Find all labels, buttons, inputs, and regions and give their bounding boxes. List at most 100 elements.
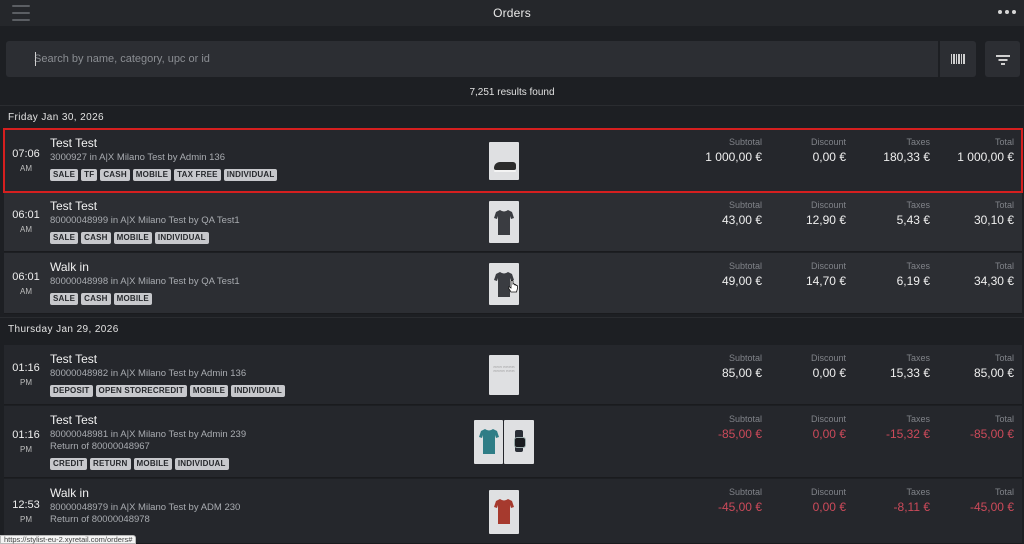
order-tag: INDIVIDUAL (231, 385, 285, 397)
taxes-value: 180,33 € (883, 150, 930, 164)
order-time-ampm: PM (20, 378, 32, 387)
date-group-header: Thursday Jan 29, 2026 (0, 317, 1024, 339)
subtotal-label: Subtotal (728, 261, 762, 271)
product-thumbnail (489, 142, 519, 180)
top-bar: Orders (0, 0, 1024, 26)
order-details: 80000048999 in A|X Milano Test by QA Tes… (50, 215, 240, 226)
order-tag: MOBILE (113, 293, 152, 305)
subtotal-label: Subtotal (728, 414, 762, 424)
subtotal-column: Subtotal 85,00 € (624, 353, 762, 380)
tag-list: DEPOSIT OPEN STORECREDIT MOBILE INDIVIDUAL (50, 385, 285, 397)
image-not-available-icon: ▭▭▭ ▭▭▭▭ ▭▭▭▭ ▭▭▭ (493, 365, 515, 373)
product-thumbnail: ▭▭▭ ▭▭▭▭ ▭▭▭▭ ▭▭▭ (489, 355, 519, 395)
more-options-icon[interactable] (998, 6, 1016, 18)
order-row[interactable]: 12:53 PM Walk in 80000048979 in A|X Milano … (4, 479, 1022, 544)
total-value: 1 000,00 € (957, 150, 1014, 164)
subtotal-label: Subtotal (728, 353, 762, 363)
discount-column: Discount 0,00 € (764, 487, 846, 514)
discount-column: Discount 14,70 € (764, 261, 846, 288)
page-title: Orders (493, 6, 531, 20)
product-thumbnail (489, 490, 519, 534)
taxes-label: Taxes (906, 261, 930, 271)
subtotal-column: Subtotal 43,00 € (624, 200, 762, 227)
search-input[interactable] (34, 50, 914, 68)
total-label: Total (994, 487, 1014, 497)
order-info: Test Test 80000048981 in A|X Milano Test … (50, 414, 246, 470)
discount-column: Discount 0,00 € (764, 353, 846, 380)
search-area (0, 30, 1024, 80)
order-time-ampm: AM (20, 164, 32, 173)
subtotal-value: -85,00 € (717, 427, 762, 441)
filter-button[interactable] (985, 41, 1020, 77)
customer-name: Test Test (50, 136, 98, 150)
total-label: Total (994, 137, 1014, 147)
discount-value: 0,00 € (812, 150, 846, 164)
tag-list: SALE TF CASH MOBILE TAX FREE INDIVIDUAL (50, 169, 278, 181)
search-box[interactable] (6, 41, 938, 77)
order-tag: SALE (50, 169, 79, 181)
total-value: -45,00 € (969, 500, 1014, 514)
date-group-label: Friday Jan 30, 2026 (8, 112, 104, 123)
order-info: Test Test 3000927 in A|X Milano Test by A… (50, 136, 278, 181)
return-of-text: Return of 80000048978 (50, 514, 150, 525)
order-row[interactable]: 01:16 PM Test Test 80000048982 in A|X Milan… (4, 345, 1022, 405)
total-column: Total 34,30 € (932, 261, 1014, 288)
order-time-hm: 01:16 (12, 429, 40, 441)
product-thumbnail (474, 420, 503, 464)
order-time: 06:01 AM (8, 209, 44, 234)
order-row[interactable]: 01:16 PM Test Test 80000048981 in A|X Milan… (4, 406, 1022, 478)
order-tag: TF (81, 169, 98, 181)
order-tag: CASH (81, 293, 111, 305)
order-row[interactable]: 07:06 AM Test Test 3000927 in A|X Milano Te… (3, 128, 1023, 193)
subtotal-label: Subtotal (728, 137, 762, 147)
order-info: Test Test 80000048999 in A|X Milano Test … (50, 200, 240, 244)
date-group-header: Friday Jan 30, 2026 (0, 105, 1024, 127)
subtotal-label: Subtotal (728, 200, 762, 210)
total-value: -85,00 € (969, 427, 1014, 441)
discount-value: 0,00 € (812, 427, 846, 441)
order-details: 3000927 in A|X Milano Test by Admin 136 (50, 152, 225, 163)
taxes-column: Taxes -8,11 € (848, 487, 930, 514)
order-time: 01:16 PM (8, 429, 44, 454)
order-tag: CREDIT (50, 458, 87, 470)
order-time-hm: 12:53 (12, 499, 40, 511)
order-row[interactable]: 06:01 AM Test Test 80000048999 in A|X Milan… (4, 192, 1022, 252)
total-column: Total -85,00 € (932, 414, 1014, 441)
discount-value: 0,00 € (812, 500, 846, 514)
order-time: 12:53 PM (8, 499, 44, 524)
order-time-hm: 07:06 (12, 148, 40, 160)
taxes-column: Taxes 5,43 € (848, 200, 930, 227)
tshirt-image (479, 429, 499, 454)
order-tag: CASH (81, 232, 111, 244)
order-tag: RETURN (89, 458, 131, 470)
discount-value: 0,00 € (812, 366, 846, 380)
subtotal-column: Subtotal 49,00 € (624, 261, 762, 288)
barcode-scan-button[interactable] (940, 41, 976, 77)
taxes-column: Taxes 6,19 € (848, 261, 930, 288)
order-time-ampm: PM (20, 445, 32, 454)
order-tag: MOBILE (113, 232, 152, 244)
subtotal-label: Subtotal (728, 487, 762, 497)
order-info: Walk in 80000048979 in A|X Milano Test by… (50, 487, 240, 531)
subtotal-column: Subtotal -45,00 € (624, 487, 762, 514)
order-tag: SALE (50, 293, 79, 305)
subtotal-value: 43,00 € (721, 213, 762, 227)
discount-value: 12,90 € (805, 213, 846, 227)
barcode-icon (951, 54, 965, 64)
discount-column: Discount 0,00 € (764, 414, 846, 441)
order-info: Test Test 80000048982 in A|X Milano Test … (50, 353, 285, 397)
subtotal-column: Subtotal 1 000,00 € (624, 137, 762, 164)
product-thumbnail (504, 420, 534, 464)
order-row[interactable]: 06:01 AM Walk in 80000048998 in A|X Milano … (4, 253, 1022, 314)
order-time-ampm: PM (20, 515, 32, 524)
customer-name: Test Test (50, 413, 98, 427)
date-group-label: Thursday Jan 29, 2026 (8, 324, 119, 335)
taxes-value: 5,43 € (896, 213, 930, 227)
order-details: 80000048982 in A|X Milano Test by Admin … (50, 368, 247, 379)
order-time: 01:16 PM (8, 362, 44, 387)
order-tag: CASH (100, 169, 130, 181)
order-tag: MOBILE (133, 458, 172, 470)
order-tag: TAX FREE (174, 169, 221, 181)
watch-image (514, 430, 526, 452)
discount-label: Discount (810, 200, 846, 210)
